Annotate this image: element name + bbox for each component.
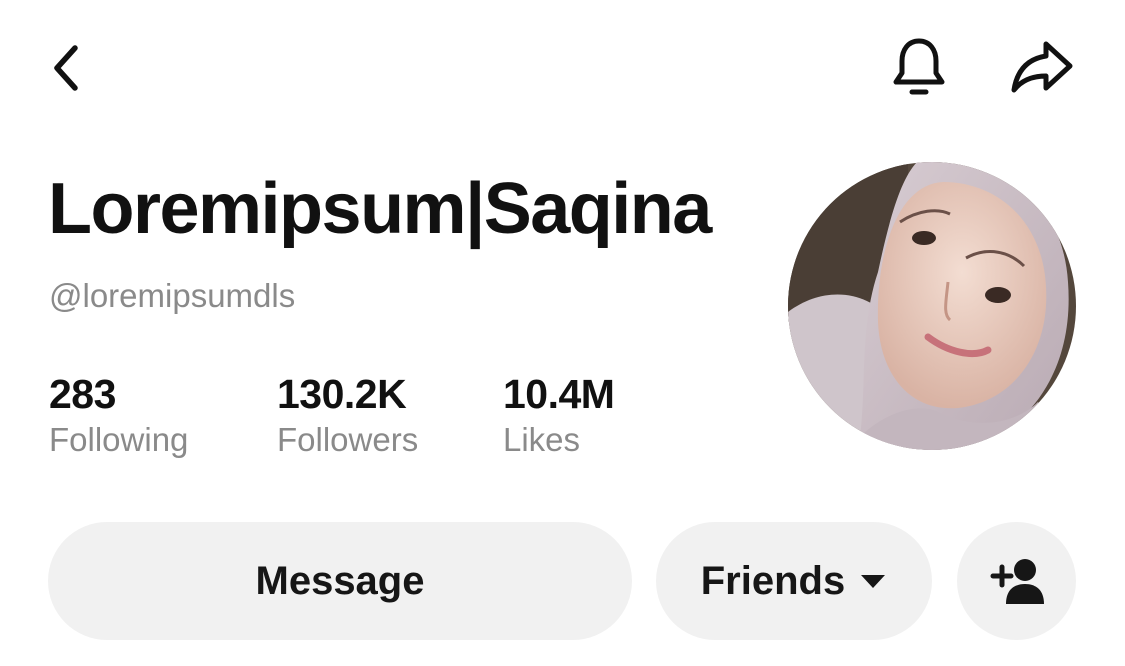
followers-label: Followers	[277, 421, 419, 458]
add-user-icon	[990, 559, 1044, 604]
chevron-left-icon	[54, 45, 78, 91]
likes-count: 10.4M	[503, 371, 615, 417]
friends-label: Friends	[700, 558, 846, 603]
followers-count: 130.2K	[277, 371, 407, 417]
stat-likes[interactable]: 10.4M Likes	[503, 370, 615, 460]
friends-button[interactable]: Friends	[656, 522, 932, 640]
bell-icon	[893, 38, 945, 95]
username: @loremipsumdls	[49, 277, 296, 314]
back-button[interactable]	[38, 36, 94, 100]
following-count: 283	[49, 371, 116, 417]
message-button[interactable]: Message	[48, 522, 632, 640]
display-name: Loremipsum|Saqina	[48, 169, 712, 249]
profile-photo	[788, 162, 1076, 450]
share-arrow-icon	[1011, 41, 1073, 93]
stat-following[interactable]: 283 Following	[49, 370, 188, 460]
share-button[interactable]	[1004, 32, 1080, 102]
following-label: Following	[49, 421, 189, 458]
add-friend-button[interactable]	[957, 522, 1076, 640]
likes-label: Likes	[503, 421, 581, 458]
caret-down-icon	[859, 572, 887, 590]
stat-followers[interactable]: 130.2K Followers	[277, 370, 418, 460]
avatar[interactable]	[788, 162, 1076, 450]
notification-button[interactable]	[884, 32, 954, 102]
